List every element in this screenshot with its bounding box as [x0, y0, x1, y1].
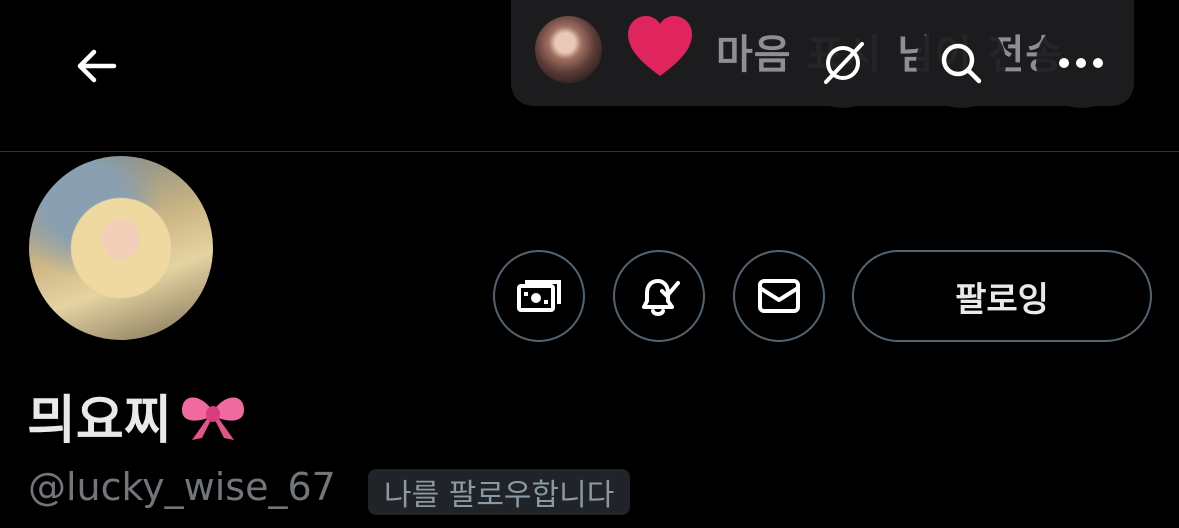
- message-button[interactable]: [733, 250, 825, 342]
- more-icon: [1059, 58, 1103, 68]
- toast-message: 마음 표시 님이 전송: [716, 32, 1064, 78]
- ribbon-emoji: [181, 396, 244, 440]
- following-button[interactable]: 팔로잉: [852, 250, 1152, 342]
- money-icon: [517, 280, 561, 312]
- user-handle: @lucky_wise_67: [28, 465, 336, 509]
- search-button[interactable]: [916, 18, 1006, 108]
- bell-check-icon: [642, 279, 680, 316]
- more-button[interactable]: [1036, 18, 1126, 108]
- toast-avatar: [535, 16, 602, 83]
- heart-icon: [628, 16, 692, 76]
- header-divider: [0, 151, 1179, 152]
- tip-button[interactable]: [493, 250, 585, 342]
- arrow-left-icon: [77, 49, 117, 83]
- grok-icon: [824, 42, 864, 84]
- notification-button[interactable]: [613, 250, 705, 342]
- display-name-text: 믜요찌: [28, 391, 172, 451]
- back-button[interactable]: [56, 26, 136, 106]
- follows-you-badge: 나를 팔로우합니다: [368, 469, 631, 515]
- profile-avatar[interactable]: [26, 153, 216, 343]
- display-name: 믜요찌: [28, 378, 248, 453]
- search-icon: [941, 43, 982, 84]
- grok-button[interactable]: [798, 18, 888, 108]
- envelope-icon: [758, 279, 800, 313]
